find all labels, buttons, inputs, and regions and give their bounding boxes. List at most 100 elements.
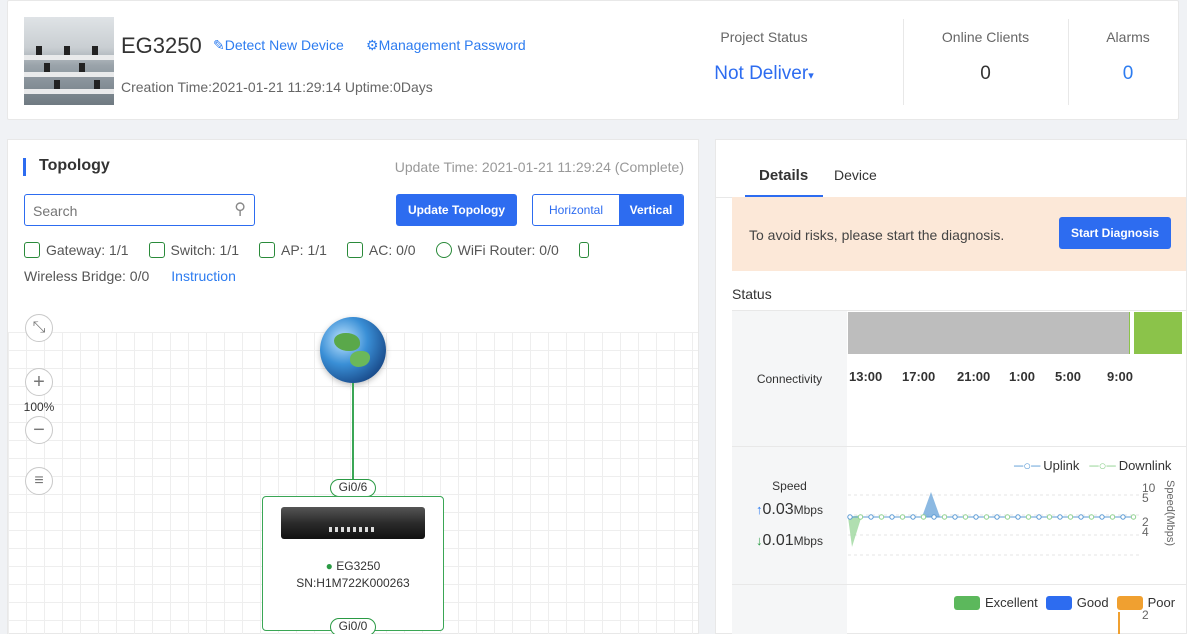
instruction-link[interactable]: Instruction: [171, 268, 236, 284]
start-diagnosis-button[interactable]: Start Diagnosis: [1059, 217, 1171, 249]
internet-globe-icon[interactable]: [320, 317, 386, 383]
wifi-router-icon: [435, 242, 452, 258]
speed-point: [1025, 514, 1032, 520]
online-dot-icon: ●: [325, 559, 333, 573]
topology-panel: Topology Update Time: 2021-01-21 11:29:2…: [7, 139, 699, 634]
legend-poor-label: Poor: [1147, 595, 1176, 610]
zoom-in-icon[interactable]: +: [25, 368, 53, 396]
layout-toggle: Horizontal Vertical: [532, 194, 684, 226]
legend-downlink[interactable]: ─○─ Downlink: [1089, 458, 1171, 473]
time-tick: 17:00: [902, 369, 936, 384]
poor-swatch: [1116, 595, 1143, 610]
online-clients-label: Online Clients: [941, 29, 1030, 45]
divider: [1068, 19, 1069, 105]
connectivity-label: Connectivity: [756, 372, 823, 386]
alarms-value[interactable]: 0: [1073, 63, 1183, 85]
status-label: Status: [732, 286, 772, 302]
device-counts: Gateway: 1/1 Switch: 1/1 AP: 1/1 AC: 0/0…: [24, 242, 589, 258]
topology-title: Topology: [39, 157, 110, 174]
wifi-router-count[interactable]: WiFi Router: 0/0: [435, 242, 559, 258]
uplink-speed: ↑0.03Mbps: [732, 501, 847, 519]
project-status-dropdown[interactable]: Not Deliver▾: [684, 63, 844, 85]
device-header: EG3250 ✎Detect New Device ⚙Management Pa…: [7, 0, 1179, 120]
speed-tick: 5: [1142, 491, 1149, 505]
speed-point: [889, 514, 895, 520]
gateway-icon: [24, 242, 40, 258]
mgmt-link-label: Management Password: [378, 37, 526, 53]
speed-point: [994, 514, 1000, 520]
status-label-column: [732, 310, 847, 634]
section-divider: [732, 584, 1186, 585]
uplink-spike: [922, 492, 940, 517]
detect-icon: ✎: [213, 37, 225, 53]
search-input[interactable]: [33, 201, 223, 221]
speed-point: [868, 514, 874, 520]
uplink-legend-icon: ─○─: [1014, 458, 1041, 473]
wireless-bridge-row: Wireless Bridge: 0/0 Instruction: [24, 268, 236, 284]
device-photo: [24, 17, 114, 105]
caret-down-icon: ▾: [808, 70, 814, 82]
speed-point: [1057, 514, 1063, 520]
horizontal-toggle[interactable]: Horizontal: [533, 195, 619, 225]
menu-icon[interactable]: ≡: [25, 467, 53, 495]
legend-uplink-label: Uplink: [1043, 458, 1080, 473]
speed-point: [847, 514, 853, 520]
downlink-area: [848, 515, 862, 547]
title-accent: [23, 158, 26, 176]
detect-link-label: Detect New Device: [224, 37, 344, 53]
good-swatch: [1045, 595, 1072, 610]
time-tick: 13:00: [849, 369, 883, 384]
router-icon: [281, 507, 425, 539]
port-gi0-0[interactable]: Gi0/0: [330, 618, 376, 634]
node-sn: SN:H1M722K000263: [296, 576, 410, 590]
speed-chart: [847, 492, 1142, 556]
search-icon[interactable]: ⚲: [234, 199, 246, 219]
speed-point: [1036, 514, 1042, 520]
time-tick: 21:00: [957, 369, 991, 384]
gateway-count-label: Gateway: 1/1: [46, 242, 129, 258]
speed-point: [1046, 514, 1053, 520]
quality-tick: 2: [1142, 608, 1149, 622]
speed-point: [973, 514, 979, 520]
speed-point: [1130, 514, 1137, 520]
tab-details[interactable]: Details: [759, 167, 808, 184]
speed-point: [1078, 514, 1084, 520]
switch-icon: [148, 242, 165, 258]
banner-text: To avoid risks, please start the diagnos…: [749, 227, 1005, 243]
speed-point: [941, 514, 948, 520]
tab-device[interactable]: Device: [834, 167, 877, 183]
bridge-icon-item[interactable]: [578, 242, 589, 258]
speed-point: [931, 514, 937, 520]
port-gi0-6[interactable]: Gi0/6: [330, 479, 376, 497]
zoom-level: 100%: [23, 400, 55, 414]
downlink-value: 0.01: [762, 532, 794, 549]
node-name: EG3250: [336, 559, 381, 573]
zoom-out-icon[interactable]: −: [25, 416, 53, 444]
ap-icon: [258, 242, 275, 258]
fit-screen-icon[interactable]: ⤡: [25, 314, 53, 342]
uplink-value: 0.03: [762, 501, 794, 518]
speed-point: [910, 514, 916, 520]
ac-count[interactable]: AC: 0/0: [346, 242, 416, 258]
legend-good[interactable]: Good: [1045, 595, 1109, 610]
legend-uplink[interactable]: ─○─ Uplink: [1014, 458, 1079, 473]
project-status-label: Project Status: [720, 29, 808, 45]
device-name: EG3250: [121, 33, 202, 58]
offline-bar: [848, 312, 1129, 354]
detect-new-device-link[interactable]: ✎Detect New Device: [213, 37, 344, 54]
ap-count[interactable]: AP: 1/1: [258, 242, 327, 258]
speed-point: [878, 514, 885, 520]
update-topology-button[interactable]: Update Topology: [396, 194, 517, 226]
uplink-line: [352, 383, 354, 479]
gateway-count[interactable]: Gateway: 1/1: [24, 242, 129, 258]
vertical-toggle[interactable]: Vertical: [619, 195, 683, 225]
search-box[interactable]: ⚲: [24, 194, 255, 226]
device-node[interactable]: ● EG3250 SN:H1M722K000263: [262, 496, 444, 631]
diagnosis-banner: To avoid risks, please start the diagnos…: [732, 197, 1186, 271]
switch-count[interactable]: Switch: 1/1: [148, 242, 239, 258]
legend-excellent[interactable]: Excellent: [954, 595, 1038, 610]
wireless-bridge-count[interactable]: Wireless Bridge: 0/0: [24, 268, 149, 284]
ac-count-label: AC: 0/0: [368, 242, 416, 258]
excellent-swatch: [954, 595, 980, 610]
management-password-link[interactable]: ⚙Management Password: [366, 37, 526, 54]
